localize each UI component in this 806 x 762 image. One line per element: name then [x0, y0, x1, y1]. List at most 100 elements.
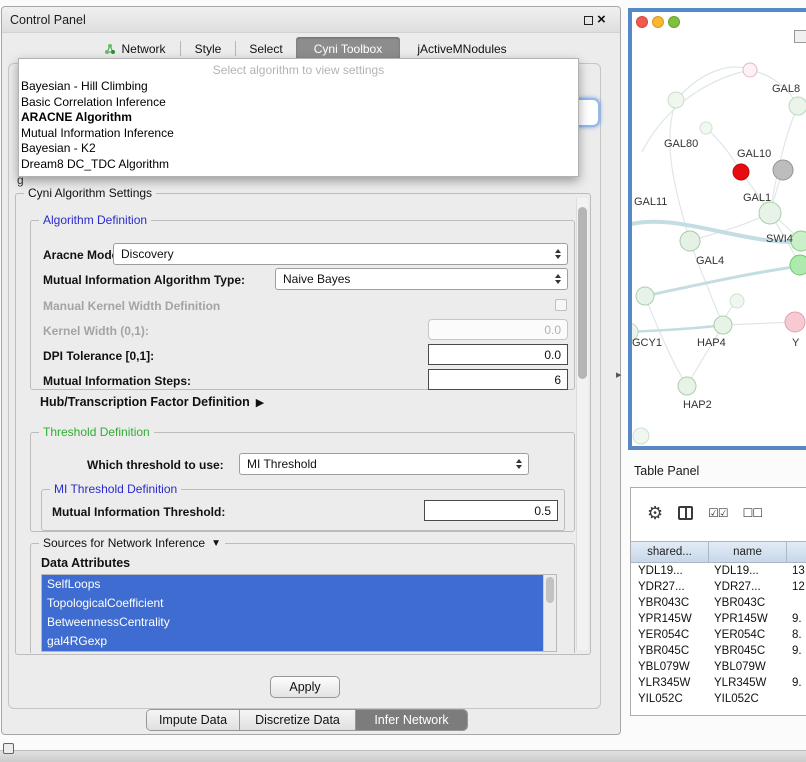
- network-node[interactable]: [730, 294, 744, 308]
- minimize-traffic-light[interactable]: [652, 16, 664, 28]
- popup-item[interactable]: Bayesian - Hill Climbing: [19, 79, 578, 95]
- list-item[interactable]: gal4RGexp: [42, 632, 543, 651]
- network-node-red[interactable]: [733, 164, 749, 180]
- popup-item[interactable]: Mutual Information Inference: [19, 126, 578, 142]
- float-window-icon[interactable]: [584, 16, 593, 25]
- tab-jactivemnodules[interactable]: jActiveMNodules: [400, 37, 524, 60]
- which-threshold-select[interactable]: MI Threshold: [239, 453, 529, 475]
- network-node[interactable]: [714, 316, 732, 334]
- cell[interactable]: [787, 691, 806, 707]
- tab-cyni-toolbox[interactable]: Cyni Toolbox: [296, 37, 400, 60]
- popup-item[interactable]: Basic Correlation Inference: [19, 95, 578, 111]
- control-panel-titlebar[interactable]: Control Panel ×: [2, 7, 620, 33]
- cell[interactable]: YER054C: [709, 627, 787, 643]
- mi-threshold-field[interactable]: 0.5: [424, 500, 558, 521]
- dpi-tolerance-field[interactable]: 0.0: [428, 344, 568, 365]
- close-icon[interactable]: ×: [597, 11, 606, 28]
- cell[interactable]: YER054C: [631, 627, 709, 643]
- network-node[interactable]: [759, 202, 781, 224]
- cell[interactable]: 9.: [787, 611, 806, 627]
- mi-steps-field[interactable]: 6: [428, 369, 568, 390]
- tab-impute-data[interactable]: Impute Data: [147, 710, 239, 730]
- network-node[interactable]: [668, 92, 684, 108]
- cell[interactable]: 9.: [787, 675, 806, 691]
- cell[interactable]: YLR345W: [709, 675, 787, 691]
- table-row[interactable]: YBR043CYBR043C: [631, 595, 806, 611]
- table-row[interactable]: YBL079WYBL079W: [631, 659, 806, 675]
- cell[interactable]: [787, 659, 806, 675]
- group-title-row[interactable]: Sources for Network Inference ▼: [39, 536, 225, 550]
- network-node[interactable]: [743, 63, 757, 77]
- cell[interactable]: YDL19...: [709, 563, 787, 579]
- table-row[interactable]: YIL052CYIL052C: [631, 691, 806, 707]
- cell[interactable]: YDL19...: [631, 563, 709, 579]
- cell[interactable]: YPR145W: [631, 611, 709, 627]
- network-node[interactable]: [636, 287, 654, 305]
- popup-item[interactable]: Bayesian - K2: [19, 141, 578, 157]
- splitter-arrow-icon[interactable]: ▸: [616, 368, 622, 381]
- network-node[interactable]: [678, 377, 696, 395]
- cell[interactable]: YDR27...: [631, 579, 709, 595]
- cell[interactable]: YBL079W: [709, 659, 787, 675]
- network-node[interactable]: [633, 428, 649, 444]
- list-scrollbar-thumb[interactable]: [546, 577, 554, 603]
- tab-select[interactable]: Select: [236, 37, 296, 60]
- aracne-mode-select[interactable]: Discovery: [113, 243, 568, 265]
- cell[interactable]: 13: [787, 563, 806, 579]
- mi-algorithm-type-select[interactable]: Naive Bayes: [275, 268, 568, 290]
- hub-transcription-factor-section[interactable]: Hub/Transcription Factor Definition ▶: [40, 395, 264, 409]
- network-node-gray[interactable]: [773, 160, 793, 180]
- columns-icon[interactable]: [678, 506, 693, 520]
- cell[interactable]: YBR043C: [631, 595, 709, 611]
- cell[interactable]: YBR045C: [631, 643, 709, 659]
- table-row[interactable]: YDL19...YDL19...13: [631, 563, 806, 579]
- cell[interactable]: YLR345W: [631, 675, 709, 691]
- table-row[interactable]: YDR27...YDR27...12: [631, 579, 806, 595]
- table-row[interactable]: YER054CYER054C8.: [631, 627, 806, 643]
- cell[interactable]: YBR043C: [709, 595, 787, 611]
- list-item[interactable]: BetweennessCentrality: [42, 613, 543, 632]
- cell[interactable]: [787, 595, 806, 611]
- table-row[interactable]: YLR345WYLR345W9.: [631, 675, 806, 691]
- unselect-all-columns-icon[interactable]: ☐☐: [743, 506, 763, 520]
- network-nodes[interactable]: [632, 63, 806, 444]
- tab-style[interactable]: Style: [181, 37, 235, 60]
- cell[interactable]: 9.: [787, 643, 806, 659]
- cell[interactable]: YBL079W: [631, 659, 709, 675]
- cell[interactable]: 8.: [787, 627, 806, 643]
- popup-item-selected[interactable]: ARACNE Algorithm: [19, 110, 578, 126]
- collapse-down-icon[interactable]: ▼: [211, 538, 221, 549]
- settings-scrollbar-thumb[interactable]: [578, 207, 587, 379]
- network-node-pink[interactable]: [785, 312, 805, 332]
- column-header[interactable]: shared...: [631, 542, 709, 562]
- select-all-columns-icon[interactable]: ☑☑: [708, 506, 728, 520]
- column-header[interactable]: name: [709, 542, 787, 562]
- popup-item[interactable]: Dream8 DC_TDC Algorithm: [19, 157, 578, 173]
- network-canvas[interactable]: GAL8 GAL80 GAL10 GAL11 GAL1 SWI4 GAL4 GC…: [632, 12, 806, 446]
- network-node[interactable]: [789, 97, 806, 115]
- network-node[interactable]: [700, 122, 712, 134]
- network-node[interactable]: [680, 231, 700, 251]
- cell[interactable]: YPR145W: [709, 611, 787, 627]
- apply-button[interactable]: Apply: [270, 676, 340, 698]
- table-row[interactable]: YPR145WYPR145W9.: [631, 611, 806, 627]
- collapse-right-icon[interactable]: ▶: [256, 396, 264, 409]
- cell[interactable]: YDR27...: [709, 579, 787, 595]
- tab-infer-network[interactable]: Infer Network: [355, 710, 467, 730]
- list-item[interactable]: SelfLoops: [42, 575, 543, 594]
- cell[interactable]: YIL052C: [631, 691, 709, 707]
- gear-icon[interactable]: ⚙: [647, 503, 663, 524]
- table-row[interactable]: YBR045CYBR045C9.: [631, 643, 806, 659]
- tab-discretize-data[interactable]: Discretize Data: [239, 710, 355, 730]
- cell[interactable]: YIL052C: [709, 691, 787, 707]
- list-item[interactable]: TopologicalCoefficient: [42, 594, 543, 613]
- cell[interactable]: 12: [787, 579, 806, 595]
- tab-network[interactable]: Network: [90, 37, 180, 60]
- network-node[interactable]: [791, 231, 806, 251]
- list-scrollbar[interactable]: [543, 575, 556, 651]
- settings-scrollbar[interactable]: [576, 198, 588, 650]
- cell[interactable]: YBR045C: [709, 643, 787, 659]
- data-attributes-list[interactable]: SelfLoops TopologicalCoefficient Between…: [41, 574, 557, 652]
- column-header[interactable]: [787, 542, 806, 562]
- close-traffic-light[interactable]: [636, 16, 648, 28]
